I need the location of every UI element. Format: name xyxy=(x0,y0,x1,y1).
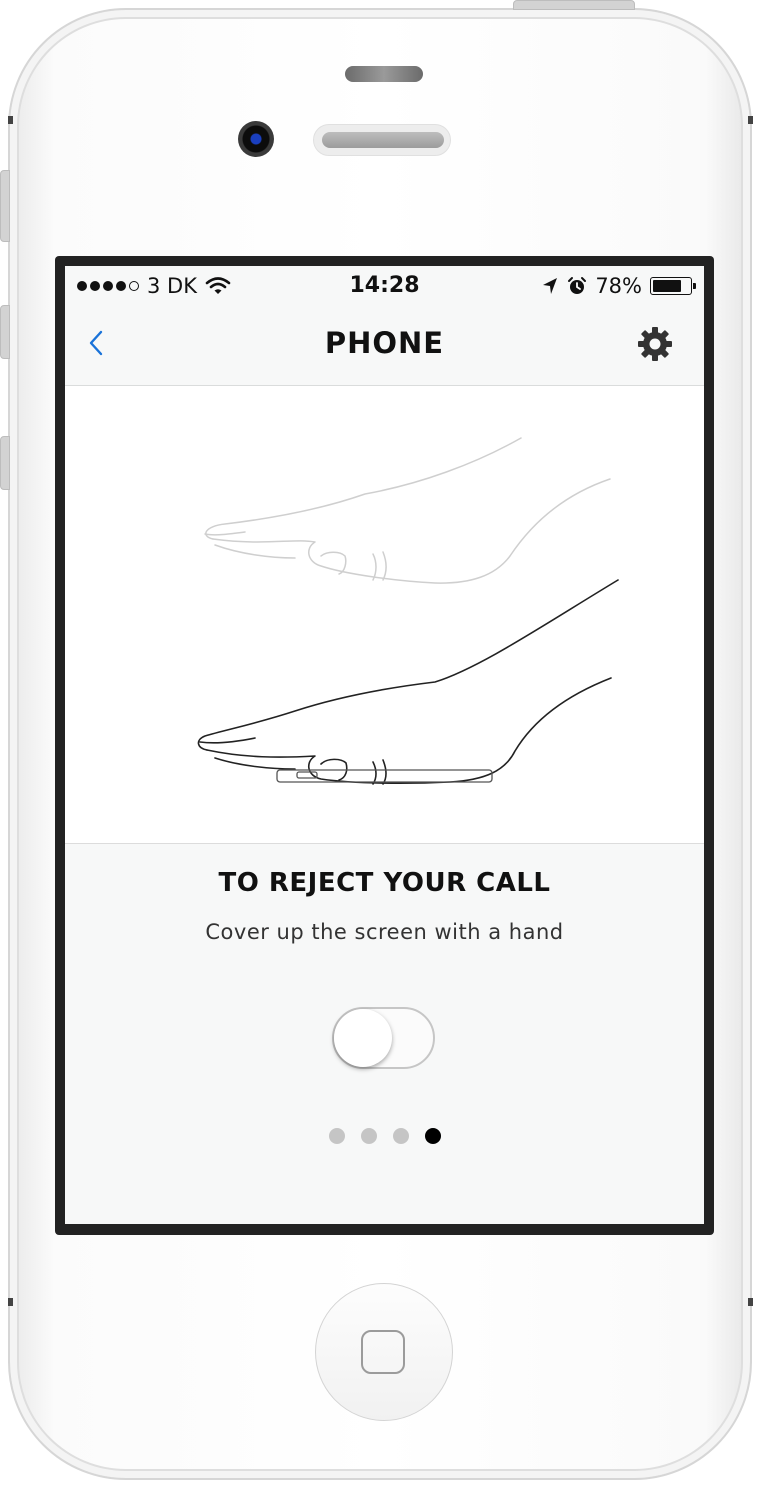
volume-down-button xyxy=(0,436,10,490)
gear-icon[interactable] xyxy=(637,326,673,362)
page-dot[interactable] xyxy=(361,1128,377,1144)
home-button-icon xyxy=(361,1330,405,1374)
battery-tip xyxy=(693,283,696,289)
battery-percent: 78% xyxy=(595,274,642,298)
page-dot[interactable] xyxy=(425,1128,441,1144)
power-button xyxy=(513,0,635,10)
page-indicator xyxy=(329,1128,441,1144)
battery-icon xyxy=(650,277,696,295)
reject-call-toggle[interactable] xyxy=(332,1007,435,1069)
frame-notch xyxy=(8,116,13,124)
frame-notch xyxy=(8,1298,13,1306)
onboarding-panel: TO REJECT YOUR CALL Cover up the screen … xyxy=(65,844,704,1224)
page-title: PHONE xyxy=(324,326,445,360)
app-screen: 3 DK 14:28 78% PHONE TO REJECT YOUR CALL… xyxy=(65,266,704,1224)
location-arrow-icon xyxy=(543,278,558,294)
onboarding-headline: TO REJECT YOUR CALL xyxy=(218,868,551,898)
page-dot[interactable] xyxy=(329,1128,345,1144)
earpiece-speaker xyxy=(322,132,444,148)
toggle-knob xyxy=(334,1009,392,1067)
status-bar: 3 DK 14:28 78% xyxy=(65,266,704,306)
volume-up-button xyxy=(0,305,10,359)
onboarding-description: Cover up the screen with a hand xyxy=(205,920,564,944)
frame-notch xyxy=(748,116,753,124)
navigation-bar: PHONE xyxy=(65,306,704,386)
front-camera xyxy=(238,121,274,157)
mute-switch xyxy=(0,170,10,242)
proximity-sensor xyxy=(345,66,423,82)
status-right: 78% xyxy=(541,274,696,298)
frame-notch xyxy=(748,1298,753,1306)
alarm-clock-icon xyxy=(568,277,587,294)
hand-gesture-drawing xyxy=(197,437,619,785)
battery-level xyxy=(653,280,682,292)
page-dot[interactable] xyxy=(393,1128,409,1144)
hand-over-phone-illustration xyxy=(65,386,704,844)
